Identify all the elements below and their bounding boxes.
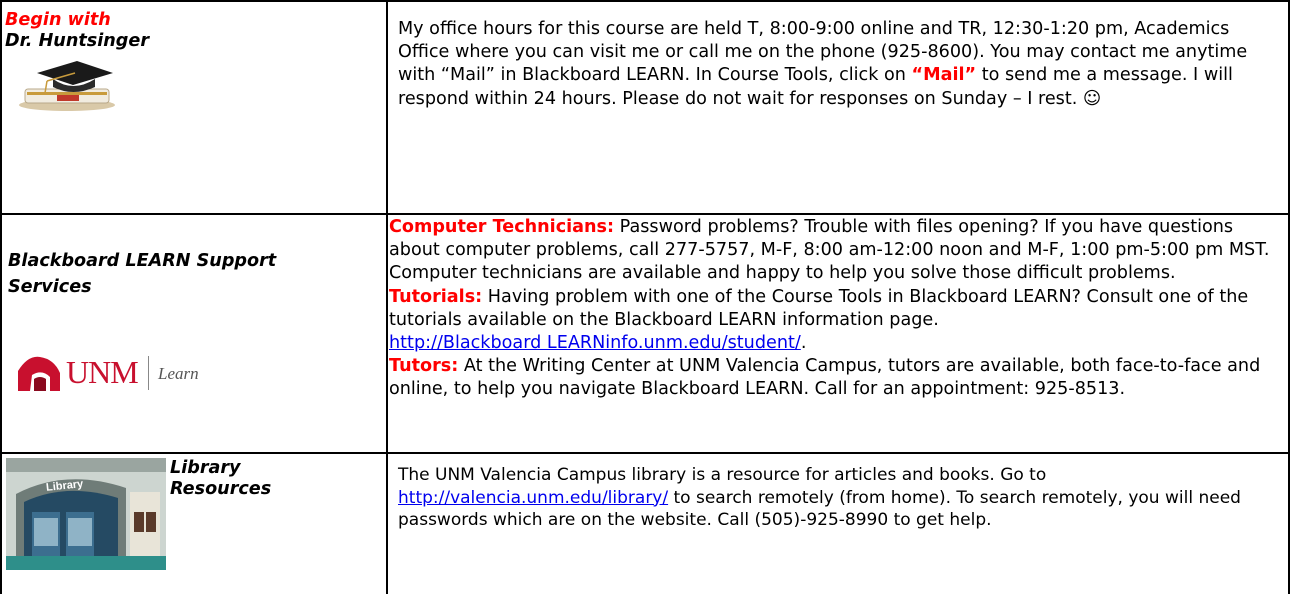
row-divider-2	[0, 452, 1290, 454]
tutorials-link[interactable]: http://Blackboard LEARNinfo.unm.edu/stud…	[389, 333, 801, 353]
library-paragraph: The UNM Valencia Campus library is a res…	[398, 464, 1278, 532]
row-divider-1	[0, 213, 1290, 215]
unm-shield-icon	[18, 356, 60, 391]
library-title-line1: Library	[170, 458, 241, 478]
support-services-title: Blackboard LEARN Support Services	[8, 251, 277, 297]
unm-logo-icon: UNM Learn	[16, 350, 216, 396]
table-border-left	[0, 0, 2, 594]
row3-left-cell: Library Resources	[170, 458, 380, 500]
tech-paragraph: Computer Technicians: Password problems?…	[389, 216, 1286, 286]
office-hours-paragraph: My office hours for this course are held…	[398, 18, 1280, 111]
library-link[interactable]: http://valencia.unm.edu/library/	[398, 488, 668, 508]
mail-keyword: “Mail”	[911, 65, 977, 86]
tech-label: Computer Technicians:	[389, 217, 615, 237]
row1-right-cell: My office hours for this course are held…	[398, 18, 1280, 111]
tutors-label: Tutors:	[389, 356, 459, 377]
row1-left-cell: Begin with Dr. Huntsinger	[5, 10, 383, 210]
row2-right-cell: Computer Technicians: Password problems?…	[389, 216, 1286, 402]
table-border-top	[0, 0, 1290, 2]
info-table: Begin with Dr. Huntsinger My office hour…	[0, 0, 1290, 594]
graduation-cap-icon	[19, 61, 115, 111]
tutorials-link-period: .	[800, 333, 807, 354]
logo-divider	[148, 356, 149, 390]
tutorials-text: Having problem with one of the Course To…	[389, 286, 1249, 330]
library-text-before: The UNM Valencia Campus library is a res…	[398, 465, 1047, 485]
begin-with-label: Begin with	[5, 10, 111, 30]
instructor-name: Dr. Huntsinger	[5, 31, 149, 51]
unm-logo-text: UNM	[66, 354, 139, 390]
tutorials-paragraph: Tutorials: Having problem with one of th…	[389, 286, 1286, 356]
tutors-text: At the Writing Center at UNM Valencia Ca…	[389, 356, 1261, 400]
row2-left-cell: Blackboard LEARN Support Services	[8, 248, 383, 300]
column-divider	[386, 0, 388, 594]
tutorials-label: Tutorials:	[389, 286, 483, 307]
learn-logo-text: Learn	[158, 364, 199, 383]
tutors-paragraph: Tutors: At the Writing Center at UNM Val…	[389, 355, 1286, 401]
library-title-line2: Resources	[170, 479, 272, 499]
row3-right-cell: The UNM Valencia Campus library is a res…	[398, 464, 1278, 532]
library-photo: Library	[6, 458, 166, 570]
table-border-right	[1288, 0, 1290, 594]
